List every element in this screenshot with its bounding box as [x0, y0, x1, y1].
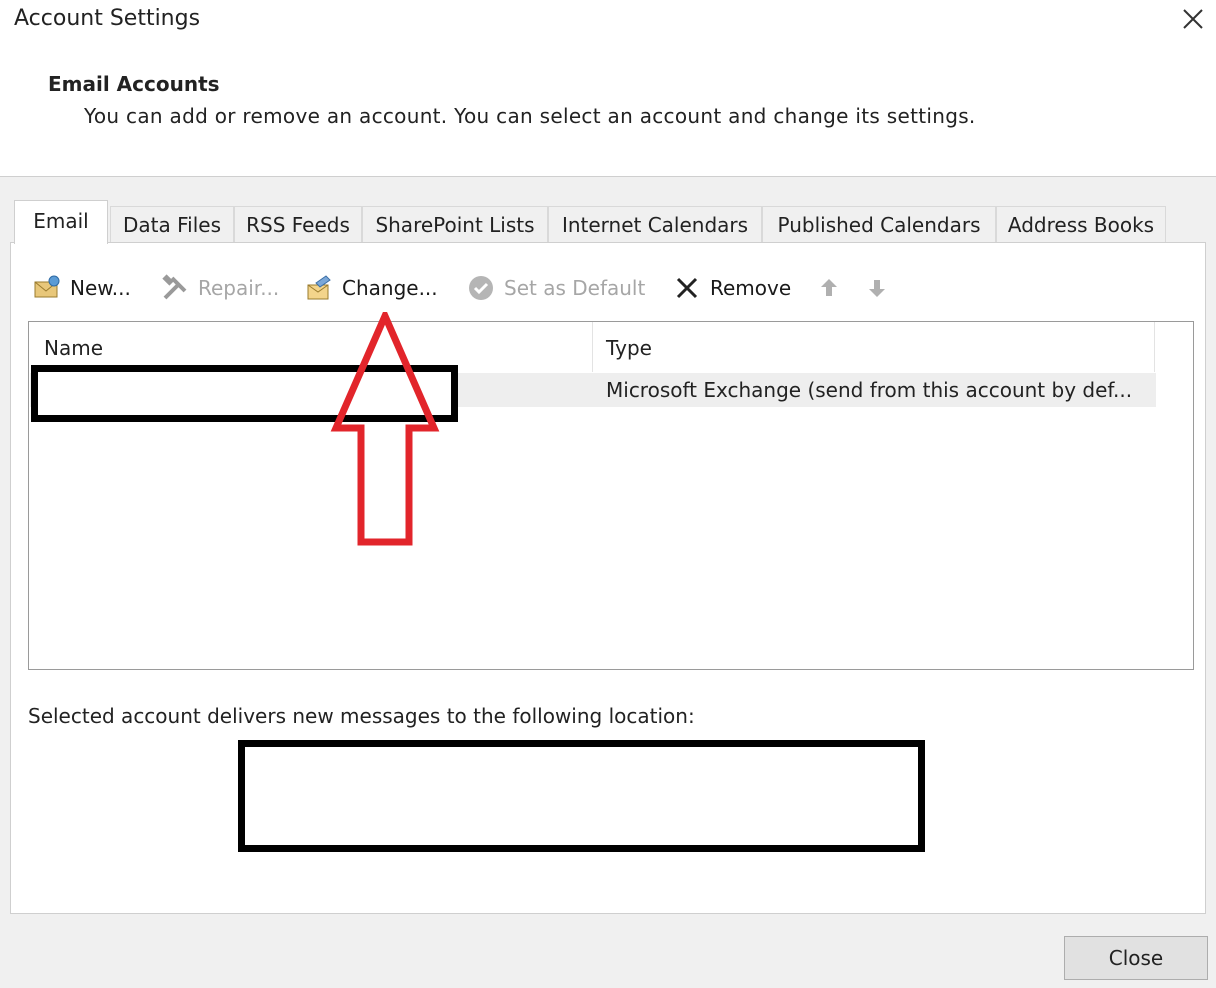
repair-button[interactable]: Repair... — [160, 270, 279, 306]
set-as-default-label: Set as Default — [504, 276, 646, 300]
new-account-icon — [32, 273, 62, 303]
tab-sharepoint-lists[interactable]: SharePoint Lists — [362, 206, 548, 242]
new-button-label: New... — [70, 276, 131, 300]
column-divider — [592, 322, 593, 372]
move-down-button[interactable] — [862, 270, 900, 306]
column-header-name[interactable]: Name — [44, 336, 103, 360]
column-header-type[interactable]: Type — [606, 336, 652, 360]
change-icon — [304, 273, 334, 303]
delivery-location-label: Selected account delivers new messages t… — [28, 704, 695, 728]
repair-button-label: Repair... — [198, 276, 280, 300]
move-up-button[interactable] — [814, 270, 852, 306]
tab-internet-calendars[interactable]: Internet Calendars — [548, 206, 762, 242]
annotation-arrow — [330, 307, 440, 552]
tab-email[interactable]: Email — [14, 200, 108, 244]
window-title: Account Settings — [14, 6, 201, 31]
section-title: Email Accounts — [48, 72, 220, 96]
change-button[interactable]: Change... — [304, 270, 438, 306]
remove-icon — [672, 273, 702, 303]
set-default-icon — [466, 273, 496, 303]
redacted-delivery-location — [238, 740, 925, 852]
close-button[interactable]: Close — [1064, 936, 1208, 980]
remove-button[interactable]: Remove — [672, 270, 791, 306]
tab-published-calendars[interactable]: Published Calendars — [762, 206, 996, 242]
section-description: You can add or remove an account. You ca… — [84, 104, 976, 128]
tab-rss-feeds[interactable]: RSS Feeds — [234, 206, 362, 242]
tab-data-files[interactable]: Data Files — [110, 206, 234, 242]
change-button-label: Change... — [342, 276, 438, 300]
tab-address-books[interactable]: Address Books — [996, 206, 1166, 242]
move-up-icon — [814, 273, 844, 303]
account-type-cell: Microsoft Exchange (send from this accou… — [606, 378, 1133, 402]
move-down-icon — [862, 273, 892, 303]
set-as-default-button[interactable]: Set as Default — [466, 270, 645, 306]
column-divider — [1154, 322, 1155, 372]
repair-icon — [160, 273, 190, 303]
close-icon[interactable] — [1178, 4, 1208, 34]
remove-button-label: Remove — [710, 276, 792, 300]
new-button[interactable]: New... — [32, 270, 131, 306]
